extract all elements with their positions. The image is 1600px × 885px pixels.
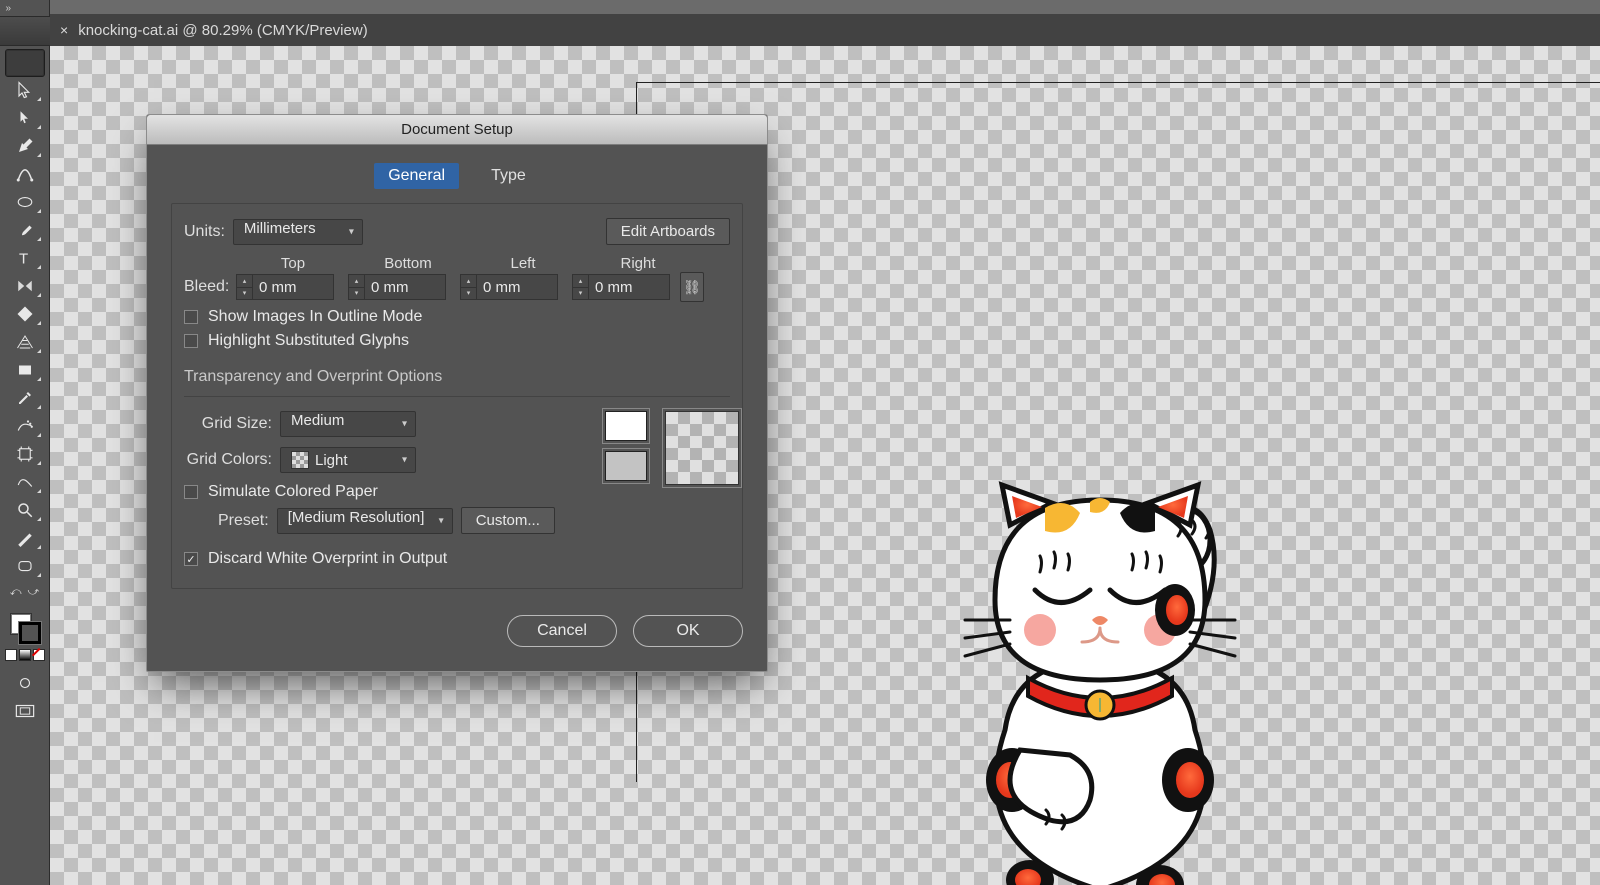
transparency-section-title: Transparency and Overprint Options bbox=[184, 368, 730, 386]
grid-color-swatch-light[interactable] bbox=[605, 411, 647, 441]
document-tab-title: knocking-cat.ai @ 80.29% (CMYK/Preview) bbox=[78, 22, 368, 39]
show-images-outline-label: Show Images In Outline Mode bbox=[208, 308, 422, 326]
bleed-bottom-input[interactable] bbox=[364, 274, 446, 300]
stroke-swatch[interactable] bbox=[19, 622, 41, 644]
artboard-tool[interactable] bbox=[6, 440, 44, 468]
curvature-tool[interactable] bbox=[6, 160, 44, 188]
grid-preview-checker bbox=[665, 411, 739, 485]
preset-label: Preset: bbox=[218, 512, 269, 530]
grid-colors-label: Grid Colors: bbox=[184, 451, 272, 469]
shape-builder-tool[interactable] bbox=[6, 300, 44, 328]
bleed-header-top: Top bbox=[238, 255, 348, 272]
chevron-down-icon: ▾ bbox=[402, 419, 407, 430]
bleed-headers: Top Bottom Left Right bbox=[238, 255, 730, 272]
ok-button[interactable]: OK bbox=[633, 615, 743, 647]
grid-color-swatch-dark[interactable] bbox=[605, 451, 647, 481]
preset-select[interactable]: [Medium Resolution] ▾ bbox=[277, 508, 453, 534]
highlight-glyphs-label: Highlight Substituted Glyphs bbox=[208, 332, 409, 350]
document-setup-dialog: Document Setup General Type Units: Milli… bbox=[146, 114, 768, 672]
bleed-left-input[interactable] bbox=[476, 274, 558, 300]
bleed-header-left: Left bbox=[468, 255, 578, 272]
color-mode-gradient[interactable] bbox=[19, 649, 31, 661]
default-fill-stroke-icon[interactable]: ⤻ bbox=[28, 586, 40, 599]
screen-mode-icon[interactable] bbox=[6, 697, 44, 725]
tab-type[interactable]: Type bbox=[477, 163, 540, 189]
width-tool[interactable] bbox=[6, 468, 44, 496]
custom-preset-button[interactable]: Custom... bbox=[461, 507, 555, 534]
preset-value: [Medium Resolution] bbox=[288, 509, 425, 526]
tools-panel: » T ⤺ ⤻ bbox=[0, 0, 50, 885]
color-mode-solid[interactable] bbox=[5, 649, 17, 661]
simulate-paper-label: Simulate Colored Paper bbox=[208, 483, 378, 501]
bleed-bottom-field[interactable]: ▴▾ bbox=[348, 274, 446, 300]
edit-artboards-button[interactable]: Edit Artboards bbox=[606, 218, 730, 245]
grid-colors-select[interactable]: Light ▾ bbox=[280, 447, 416, 473]
discard-overprint-checkbox[interactable]: Discard White Overprint in Output bbox=[184, 550, 730, 568]
group-selection-tool[interactable] bbox=[6, 104, 44, 132]
expand-panel-icon[interactable]: » bbox=[0, 4, 50, 16]
grid-colors-swatch-icon bbox=[291, 451, 309, 469]
link-bleed-icon[interactable]: ⛓ bbox=[680, 272, 704, 302]
bleed-header-right: Right bbox=[578, 255, 698, 272]
highlight-glyphs-checkbox[interactable]: Highlight Substituted Glyphs bbox=[184, 332, 730, 350]
zoom-tool[interactable] bbox=[6, 496, 44, 524]
close-tab-icon[interactable]: × bbox=[60, 22, 68, 38]
grid-preview bbox=[605, 411, 739, 544]
ellipse-tool[interactable] bbox=[6, 188, 44, 216]
document-tab-bar: × knocking-cat.ai @ 80.29% (CMYK/Preview… bbox=[0, 14, 1600, 46]
menu-bar-strip bbox=[0, 0, 1600, 14]
grid-size-label: Grid Size: bbox=[198, 415, 272, 433]
document-tab[interactable]: × knocking-cat.ai @ 80.29% (CMYK/Preview… bbox=[50, 14, 378, 46]
dialog-tabs: General Type bbox=[171, 163, 743, 189]
rounded-rectangle-tool[interactable] bbox=[6, 552, 44, 580]
direct-selection-tool[interactable] bbox=[6, 76, 44, 104]
general-section: Units: Millimeters ▾ Edit Artboards Top … bbox=[171, 203, 743, 589]
perspective-grid-tool[interactable] bbox=[6, 328, 44, 356]
eyedropper-tool[interactable] bbox=[6, 384, 44, 412]
dialog-title: Document Setup bbox=[401, 121, 513, 138]
bleed-right-input[interactable] bbox=[588, 274, 670, 300]
color-mode-row bbox=[5, 649, 45, 661]
cancel-button[interactable]: Cancel bbox=[507, 615, 617, 647]
swap-fill-stroke-icon[interactable]: ⤺ bbox=[10, 586, 22, 599]
tools-panel-grip[interactable] bbox=[0, 16, 50, 46]
bleed-right-field[interactable]: ▴▾ bbox=[572, 274, 670, 300]
slice-tool[interactable] bbox=[6, 524, 44, 552]
draw-mode-icon[interactable] bbox=[6, 669, 44, 697]
svg-text:T: T bbox=[19, 250, 28, 267]
dialog-titlebar[interactable]: Document Setup bbox=[147, 115, 767, 145]
bleed-left-field[interactable]: ▴▾ bbox=[460, 274, 558, 300]
chevron-down-icon: ▾ bbox=[349, 226, 354, 237]
bleed-header-bottom: Bottom bbox=[348, 255, 468, 272]
bleed-label: Bleed: bbox=[184, 278, 232, 296]
units-label: Units: bbox=[184, 223, 225, 241]
discard-overprint-label: Discard White Overprint in Output bbox=[208, 550, 447, 568]
bleed-top-input[interactable] bbox=[252, 274, 334, 300]
grid-size-value: Medium bbox=[291, 412, 344, 429]
simulate-paper-checkbox[interactable]: Simulate Colored Paper bbox=[184, 483, 555, 501]
chevron-down-icon: ▾ bbox=[439, 515, 444, 526]
units-value: Millimeters bbox=[244, 220, 316, 237]
pen-tool[interactable] bbox=[6, 132, 44, 160]
fill-stroke-control[interactable] bbox=[5, 603, 45, 643]
units-select[interactable]: Millimeters ▾ bbox=[233, 219, 363, 245]
reflect-tool[interactable] bbox=[6, 272, 44, 300]
show-images-outline-checkbox[interactable]: Show Images In Outline Mode bbox=[184, 308, 730, 326]
rectangle-tool[interactable] bbox=[6, 356, 44, 384]
bleed-top-field[interactable]: ▴▾ bbox=[236, 274, 334, 300]
selection-tool[interactable] bbox=[6, 50, 44, 76]
brush-tool[interactable] bbox=[6, 216, 44, 244]
artwork-cat bbox=[950, 480, 1250, 885]
grid-size-select[interactable]: Medium ▾ bbox=[280, 411, 416, 437]
grid-colors-value: Light bbox=[315, 452, 348, 469]
tab-general[interactable]: General bbox=[374, 163, 459, 189]
type-tool[interactable]: T bbox=[6, 244, 44, 272]
symbol-sprayer-tool[interactable] bbox=[6, 412, 44, 440]
chevron-down-icon: ▾ bbox=[402, 455, 407, 466]
color-mode-none[interactable] bbox=[33, 649, 45, 661]
